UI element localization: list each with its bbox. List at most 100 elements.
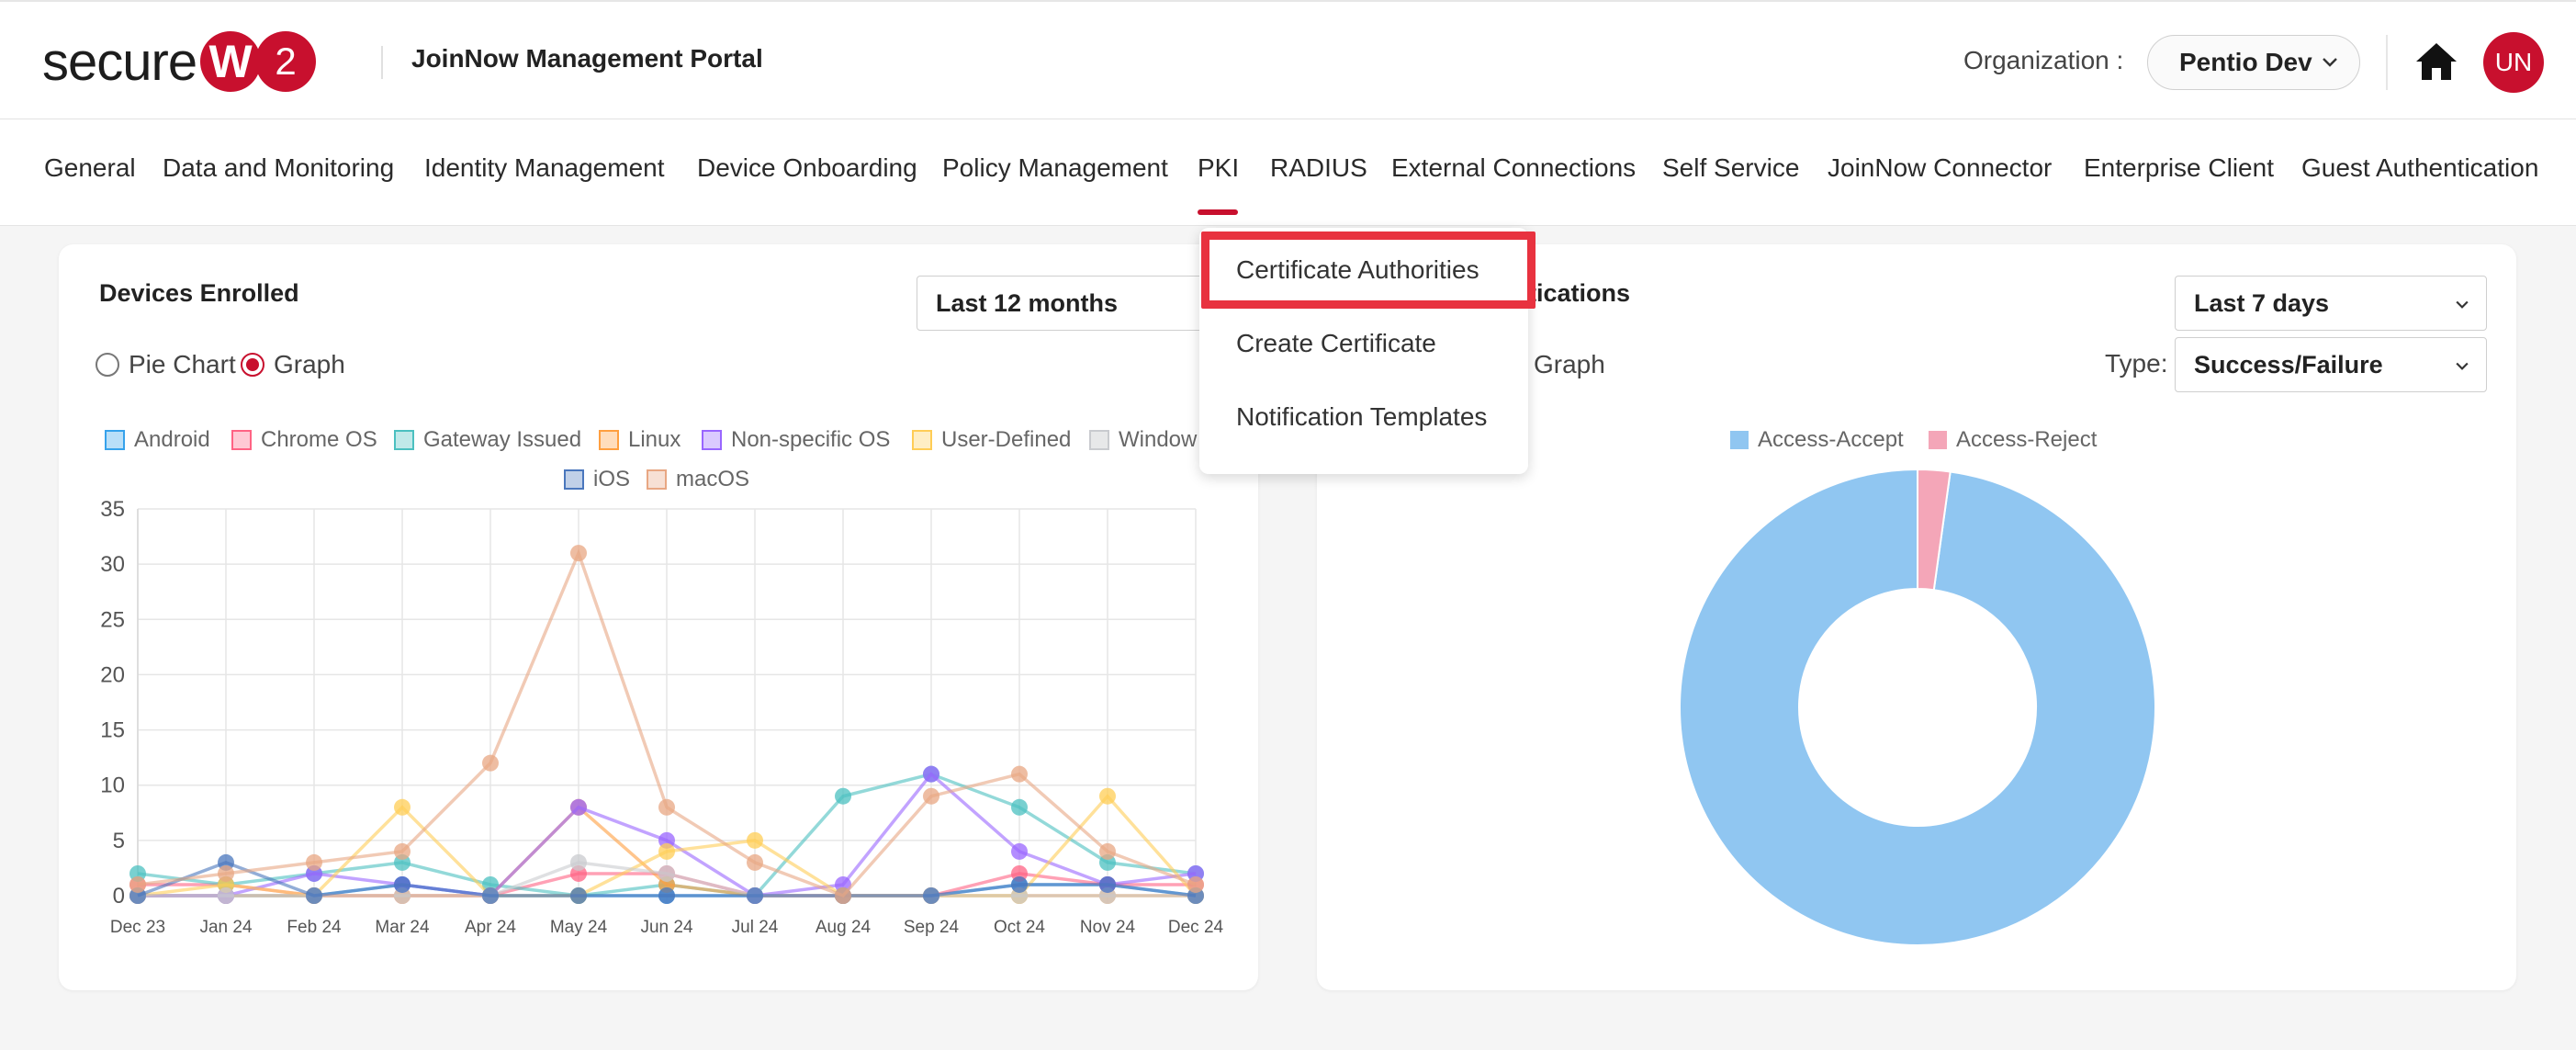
x-tick-label: Jan 24 [199, 918, 252, 937]
data-point [394, 875, 411, 893]
legend-item[interactable]: User-Defined [912, 427, 1071, 453]
data-point [835, 787, 851, 805]
data-point [570, 887, 587, 904]
y-tick-label: 30 [100, 552, 125, 577]
nav-enterprise-client[interactable]: Enterprise Client [2084, 153, 2274, 183]
chevron-down-icon [2456, 362, 2469, 370]
menu-item-certificate-authorities[interactable]: Certificate Authorities [1199, 255, 1528, 285]
y-tick-label: 15 [100, 718, 125, 743]
data-point [747, 831, 763, 849]
type-value: Success/Failure [2194, 350, 2383, 378]
radio-pie-label: Pie Chart [129, 350, 236, 378]
nav-data-and-monitoring[interactable]: Data and Monitoring [163, 153, 394, 183]
data-point [658, 798, 675, 816]
auth-range-select[interactable]: Last 7 days [2175, 276, 2487, 331]
x-tick-label: Jul 24 [732, 918, 779, 937]
chevron-down-icon [2323, 58, 2337, 67]
organization-value: Pentio Dev [2179, 48, 2312, 76]
nav-joinnow-connector[interactable]: JoinNow Connector [1828, 153, 2052, 183]
nav-identity-management[interactable]: Identity Management [424, 153, 665, 183]
legend-item[interactable]: iOS [564, 467, 630, 492]
legend-label: Access-Reject [1956, 427, 2098, 452]
devices-enrolled-title: Devices Enrolled [99, 279, 299, 307]
legend-item[interactable]: Window [1089, 427, 1199, 453]
user-avatar[interactable]: UN [2483, 32, 2544, 93]
legend-label: macOS [676, 467, 750, 491]
data-point [482, 887, 499, 904]
data-point [129, 875, 146, 893]
legend-item[interactable]: Gateway Issued [394, 427, 581, 453]
y-tick-label: 10 [100, 773, 125, 798]
x-tick-label: Oct 24 [994, 918, 1045, 937]
legend-label: Gateway Issued [423, 427, 582, 452]
type-label: Type: [2105, 349, 2168, 378]
legend-swatch [394, 430, 414, 450]
nav-device-onboarding[interactable]: Device Onboarding [697, 153, 917, 183]
organization-label: Organization : [1963, 46, 2124, 74]
data-point [570, 545, 587, 562]
securew2-logo[interactable]: secure W 2 [42, 29, 317, 94]
y-tick-label: 5 [113, 829, 125, 853]
legend-label: Access-Accept [1758, 427, 1904, 452]
data-point [482, 754, 499, 772]
legend-swatch [564, 469, 584, 490]
legend-item[interactable]: Chrome OS [231, 427, 377, 453]
x-tick-label: Nov 24 [1080, 918, 1136, 937]
y-tick-label: 35 [100, 497, 125, 522]
legend-swatch [1089, 430, 1109, 450]
data-point [570, 853, 587, 871]
main-nav: General Data and Monitoring Identity Man… [0, 119, 2576, 226]
nav-radius[interactable]: RADIUS [1270, 153, 1367, 183]
nav-general[interactable]: General [44, 153, 136, 183]
data-point [1099, 875, 1116, 893]
menu-item-notification-templates[interactable]: Notification Templates [1199, 402, 1528, 432]
data-point [218, 887, 234, 904]
data-point [923, 765, 939, 783]
data-point [747, 887, 763, 904]
nav-guest-authentication[interactable]: Guest Authentication [2301, 153, 2538, 183]
x-tick-label: Dec 24 [1168, 918, 1224, 937]
x-tick-label: Aug 24 [816, 918, 872, 937]
legend-swatch [912, 430, 932, 450]
auth-donut-chart [1679, 468, 2156, 946]
header-divider [381, 46, 383, 79]
radio-graph-label: Graph [274, 350, 345, 378]
radio-pie-chart[interactable]: Pie Chart [96, 350, 236, 379]
nav-self-service[interactable]: Self Service [1662, 153, 1799, 183]
legend-swatch [702, 430, 722, 450]
data-point [394, 842, 411, 860]
legend-item[interactable]: Non-specific OS [702, 427, 890, 453]
logo-2-mark: 2 [255, 31, 317, 92]
top-header: secure W 2 JoinNow Management Portal Org… [0, 0, 2576, 119]
data-point [1011, 842, 1028, 860]
x-tick-label: Apr 24 [465, 918, 516, 937]
y-tick-label: 25 [100, 607, 125, 632]
legend-swatch [105, 430, 125, 450]
x-tick-label: Mar 24 [375, 918, 430, 937]
legend-item[interactable]: macOS [647, 467, 749, 492]
legend-item[interactable]: Access-Accept [1730, 427, 1904, 453]
nav-pki[interactable]: PKI [1198, 153, 1239, 183]
legend-item[interactable]: Linux [599, 427, 681, 453]
devices-range-select[interactable]: Last 12 months [917, 276, 1229, 331]
data-point [1011, 875, 1028, 893]
devices-line-chart: 0 5 10 15 20 25 30 35 Dec 23 Jan 24 Feb 24 Mar 24 Ap… [100, 497, 1224, 937]
nav-policy-management[interactable]: Policy Management [942, 153, 1168, 183]
organization-select[interactable]: Pentio Dev [2147, 35, 2360, 90]
data-point [1011, 798, 1028, 816]
legend-swatch [1730, 431, 1749, 449]
data-point [306, 853, 322, 871]
legend-label: Linux [628, 427, 681, 452]
data-point [394, 798, 411, 816]
type-select[interactable]: Success/Failure [2175, 337, 2487, 392]
legend-item[interactable]: Access-Reject [1929, 427, 2097, 453]
home-icon[interactable] [2413, 40, 2459, 83]
auth-radio-graph-label[interactable]: Graph [1534, 350, 1605, 379]
radio-graph[interactable]: Graph [241, 350, 345, 379]
devices-range-value: Last 12 months [936, 288, 1119, 317]
legend-item[interactable]: Android [105, 427, 210, 453]
nav-external-connections[interactable]: External Connections [1391, 153, 1636, 183]
data-point [570, 798, 587, 816]
header-divider-right [2386, 35, 2388, 90]
menu-item-create-certificate[interactable]: Create Certificate [1199, 329, 1528, 358]
